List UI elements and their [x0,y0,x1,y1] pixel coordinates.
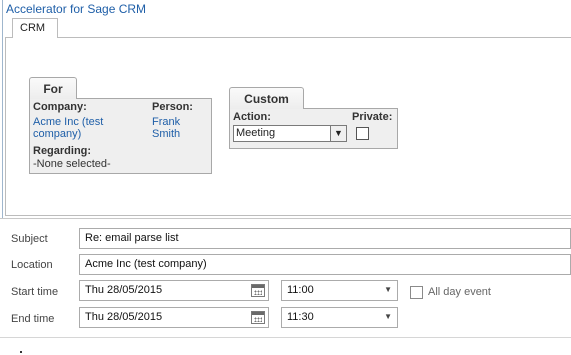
regarding-value: -None selected- [33,158,111,170]
end-time-value: 11:30 [287,311,314,323]
person-link-line2[interactable]: Smith [152,128,180,140]
action-select[interactable]: Meeting ▼ [233,125,347,142]
private-label: Private: [352,111,393,123]
person-link-line1[interactable]: Frank [152,116,180,128]
end-date-value: Thu 28/05/2015 [85,311,163,323]
end-date-picker[interactable]: Thu 28/05/2015 [79,307,269,328]
tab-crm[interactable]: CRM [12,18,58,38]
end-time-dropdown[interactable]: 11:30 ▼ [281,307,398,328]
subject-input[interactable]: Re: email parse list [79,228,571,249]
action-label: Action: [233,111,271,123]
end-time-label: End time [11,313,55,325]
body-editor[interactable] [20,351,22,353]
custom-group-title: Custom [229,87,304,109]
start-time-label: Start time [11,286,59,298]
calendar-icon[interactable] [251,284,265,297]
company-label: Company: [33,101,87,113]
body-separator [0,337,571,338]
action-select-value: Meeting [236,127,276,139]
company-link-line2[interactable]: company) [33,128,81,140]
start-date-value: Thu 28/05/2015 [85,284,163,296]
all-day-checkbox[interactable] [410,286,423,299]
location-input[interactable]: Acme Inc (test company) [79,254,571,275]
regarding-label: Regarding: [33,145,92,157]
all-day-label: All day event [428,286,491,298]
subject-label: Subject [11,233,48,245]
window-left-border [2,0,3,218]
for-group-title: For [29,77,77,99]
start-date-picker[interactable]: Thu 28/05/2015 [79,280,269,301]
panel-separator [0,218,571,219]
chevron-down-icon[interactable]: ▼ [384,312,392,321]
start-time-dropdown[interactable]: 11:00 ▼ [281,280,398,301]
start-time-value: 11:00 [287,284,314,296]
app-title: Accelerator for Sage CRM [6,2,147,16]
calendar-icon[interactable] [251,311,265,324]
chevron-down-icon[interactable]: ▼ [330,126,346,141]
chevron-down-icon[interactable]: ▼ [384,285,392,294]
private-checkbox[interactable] [356,127,369,140]
company-link-line1[interactable]: Acme Inc (test [33,116,103,128]
person-label: Person: [152,101,193,113]
location-label: Location [11,259,53,271]
